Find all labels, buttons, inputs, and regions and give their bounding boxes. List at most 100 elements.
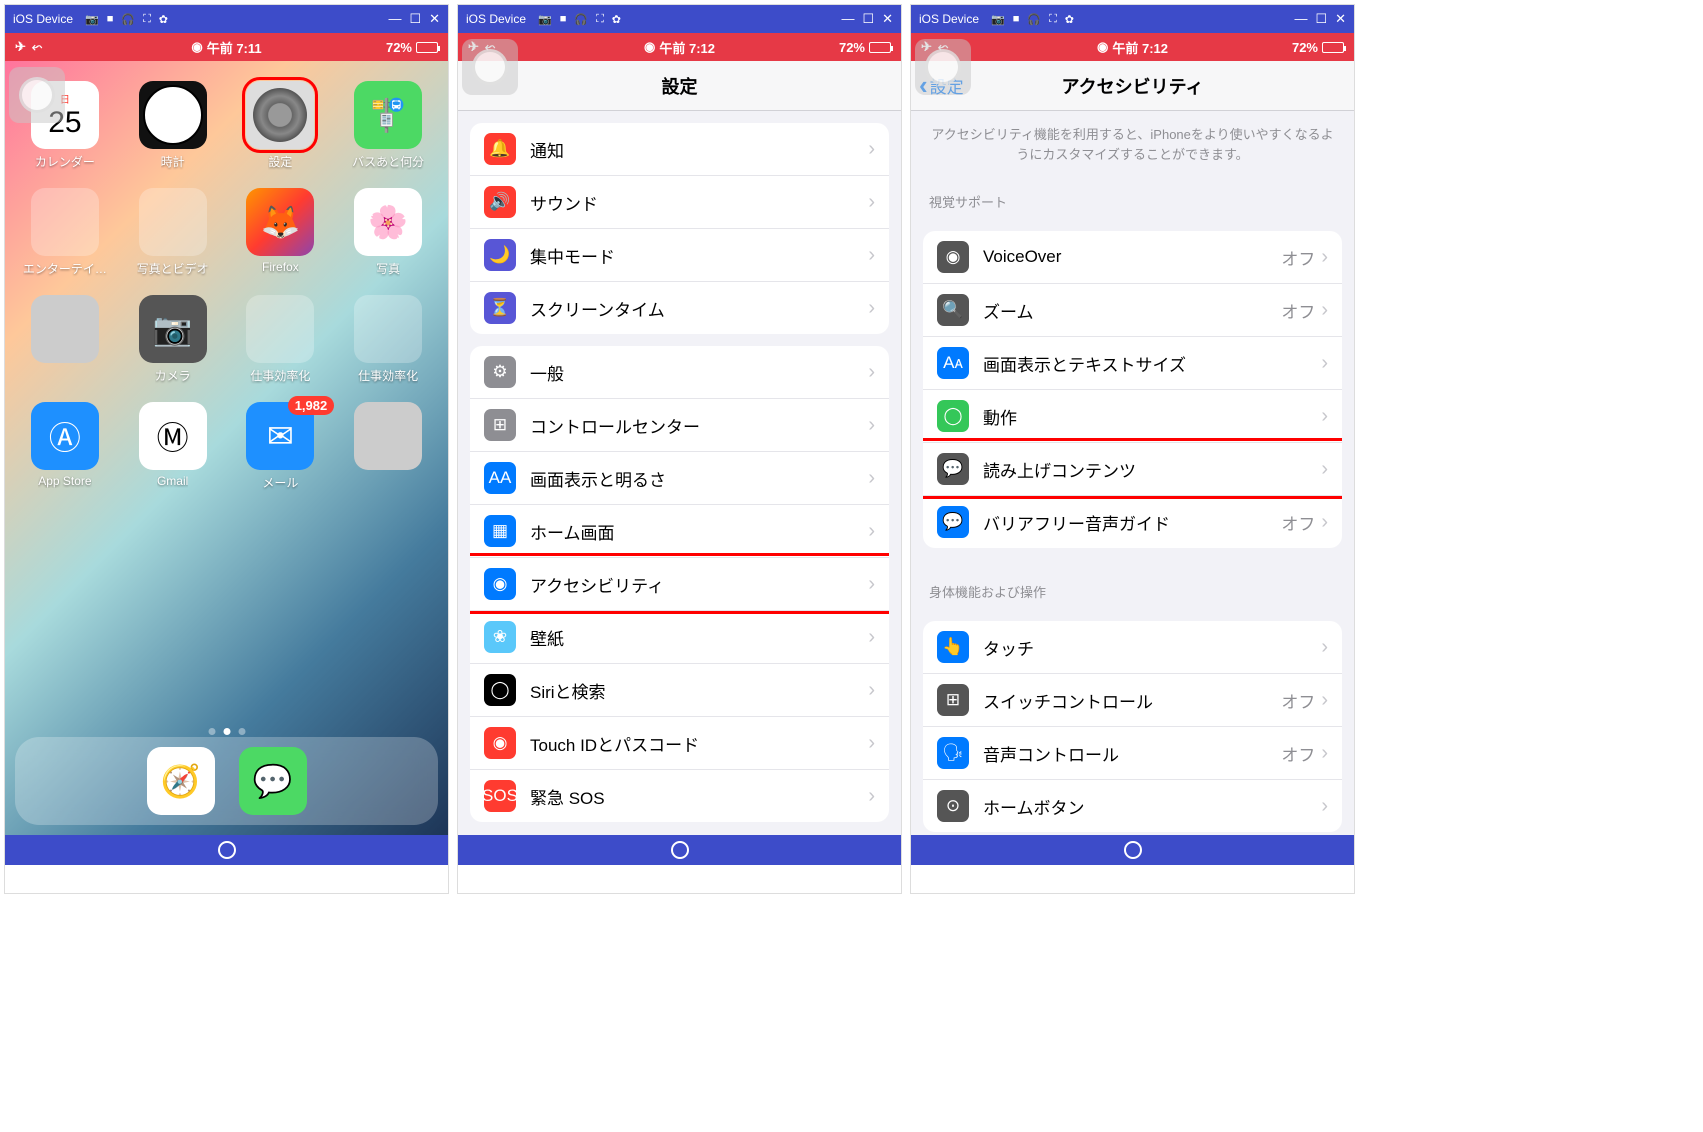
dock-safari[interactable]: 🧭 <box>147 747 215 815</box>
chevron-right-icon: › <box>868 520 875 543</box>
row-sos[interactable]: SOS緊急 SOS› <box>470 769 889 822</box>
row-textsize[interactable]: Aᴀ画面表示とテキストサイズ› <box>923 336 1342 389</box>
app-mail[interactable]: ✉ 1,982 メール <box>233 402 329 491</box>
sos-icon: SOS <box>484 780 516 812</box>
row-wallpaper[interactable]: ❀壁紙› <box>470 610 889 663</box>
close-icon[interactable]: ✕ <box>882 11 893 27</box>
chevron-right-icon: › <box>1321 246 1328 269</box>
row-voicecontrol[interactable]: 🗣音声コントロールオフ› <box>923 726 1342 779</box>
row-spoken-content[interactable]: 💬読み上げコンテンツ› <box>923 442 1342 495</box>
chevron-right-icon: › <box>1321 299 1328 322</box>
record-icon: ◉ <box>191 39 202 55</box>
chevron-right-icon: › <box>868 138 875 161</box>
page-title: 設定 <box>662 73 698 99</box>
accessibility-screen: ✈⬿ ◉午前 7:12 72% ‹設定 アクセシビリティ アクセシビリティ機能を… <box>911 33 1354 835</box>
expand-icon[interactable]: ⛶ <box>1049 13 1057 26</box>
row-accessibility[interactable]: ◉アクセシビリティ› <box>470 557 889 610</box>
video-icon[interactable]: ■ <box>560 13 567 26</box>
row-display[interactable]: AA画面表示と明るさ› <box>470 451 889 504</box>
maximize-icon[interactable]: ☐ <box>1315 11 1327 27</box>
maximize-icon[interactable]: ☐ <box>862 11 874 27</box>
chevron-right-icon: › <box>868 244 875 267</box>
app-gmail[interactable]: Ⓜ Gmail <box>125 402 221 491</box>
row-touchid[interactable]: ◉Touch IDとパスコード› <box>470 716 889 769</box>
camera-icon[interactable]: 📷 <box>991 13 1005 26</box>
row-general[interactable]: ⚙一般› <box>470 346 889 398</box>
chevron-right-icon: › <box>1321 742 1328 765</box>
assistive-touch[interactable] <box>462 39 518 95</box>
chevron-right-icon: › <box>1321 689 1328 712</box>
app-bus[interactable]: 🚏 バスあと何分 <box>340 81 436 170</box>
battery-percent: 72% <box>1292 40 1318 55</box>
folder-productivity-2[interactable]: 仕事効率化 <box>340 295 436 384</box>
row-homebutton[interactable]: ⊙ホームボタン› <box>923 779 1342 832</box>
record-icon: ◉ <box>1097 39 1108 55</box>
close-icon[interactable]: ✕ <box>429 11 440 27</box>
row-siri[interactable]: ◯Siriと検索› <box>470 663 889 716</box>
gear-icon <box>253 88 307 142</box>
row-zoom[interactable]: 🔍ズームオフ› <box>923 283 1342 336</box>
chevron-right-icon: › <box>1321 352 1328 375</box>
phone-accessibility: iOS Device 📷 ■ 🎧 ⛶ ✿ — ☐ ✕ ✈⬿ ◉午前 7:12 72% ‹設定… <box>910 4 1355 894</box>
speaker-icon: 🔊 <box>484 186 516 218</box>
gear-icon: ⚙ <box>484 356 516 388</box>
app-clock[interactable]: 時計 <box>125 81 221 170</box>
row-notifications[interactable]: 🔔通知› <box>470 123 889 175</box>
gear-icon[interactable]: ✿ <box>159 13 168 26</box>
gear-icon[interactable]: ✿ <box>1065 13 1074 26</box>
headphone-icon[interactable]: 🎧 <box>1027 13 1041 26</box>
status-bar: ✈⬿ ◉午前 7:12 72% <box>911 33 1354 61</box>
close-icon[interactable]: ✕ <box>1335 11 1346 27</box>
minimize-icon[interactable]: — <box>1294 11 1307 27</box>
app-photos[interactable]: 🌸 写真 <box>340 188 436 277</box>
app-settings[interactable]: 設定 <box>233 81 329 170</box>
camera-icon[interactable]: 📷 <box>85 13 99 26</box>
minimize-icon[interactable]: — <box>388 11 401 27</box>
app-firefox[interactable]: 🦊 Firefox <box>233 188 329 277</box>
assistive-touch[interactable] <box>9 67 65 123</box>
wifi-icon: ⬿ <box>32 39 42 55</box>
video-icon[interactable]: ■ <box>1013 13 1020 26</box>
fingerprint-icon: ◉ <box>484 727 516 759</box>
page-dots[interactable] <box>208 728 245 735</box>
group-visual-label: 視覚サポート <box>911 170 1354 219</box>
titlebar-title: iOS Device <box>919 12 979 26</box>
assistive-touch[interactable] <box>915 39 971 95</box>
nav-circle-icon[interactable] <box>671 841 689 859</box>
text-size-icon: Aᴀ <box>937 347 969 379</box>
expand-icon[interactable]: ⛶ <box>596 13 604 26</box>
row-switchcontrol[interactable]: ⊞スイッチコントロールオフ› <box>923 673 1342 726</box>
row-controlcenter[interactable]: ⊞コントロールセンター› <box>470 398 889 451</box>
grid-icon: ▦ <box>484 515 516 547</box>
camera-icon[interactable]: 📷 <box>538 13 552 26</box>
folder-productivity-1[interactable]: 仕事効率化 <box>233 295 329 384</box>
app-blurred-1[interactable] <box>17 295 113 384</box>
nav-circle-icon[interactable] <box>1124 841 1142 859</box>
chevron-right-icon: › <box>868 785 875 808</box>
headphone-icon[interactable]: 🎧 <box>121 13 135 26</box>
app-camera[interactable]: 📷 カメラ <box>125 295 221 384</box>
headphone-icon[interactable]: 🎧 <box>574 13 588 26</box>
row-sounds[interactable]: 🔊サウンド› <box>470 175 889 228</box>
row-homescreen[interactable]: ▦ホーム画面› <box>470 504 889 557</box>
row-voiceover[interactable]: ◉VoiceOverオフ› <box>923 231 1342 283</box>
dock-messages[interactable]: 💬 <box>239 747 307 815</box>
video-icon[interactable]: ■ <box>107 13 114 26</box>
nav-circle-icon[interactable] <box>218 841 236 859</box>
app-blurred-2[interactable] <box>340 402 436 491</box>
emulator-bottombar <box>5 835 448 865</box>
folder-entertainment[interactable]: エンターテイ… <box>17 188 113 277</box>
row-audio-descriptions[interactable]: 💬バリアフリー音声ガイドオフ› <box>923 495 1342 548</box>
folder-photo-video[interactable]: 写真とビデオ <box>125 188 221 277</box>
row-focus[interactable]: 🌙集中モード› <box>470 228 889 281</box>
battery-icon <box>869 42 891 53</box>
chevron-right-icon: › <box>1321 511 1328 534</box>
row-motion[interactable]: ◯動作› <box>923 389 1342 442</box>
expand-icon[interactable]: ⛶ <box>143 13 151 26</box>
minimize-icon[interactable]: — <box>841 11 854 27</box>
row-screentime[interactable]: ⏳スクリーンタイム› <box>470 281 889 334</box>
maximize-icon[interactable]: ☐ <box>409 11 421 27</box>
app-appstore[interactable]: Ⓐ App Store <box>17 402 113 491</box>
row-touch[interactable]: 👆タッチ› <box>923 621 1342 673</box>
gear-icon[interactable]: ✿ <box>612 13 621 26</box>
